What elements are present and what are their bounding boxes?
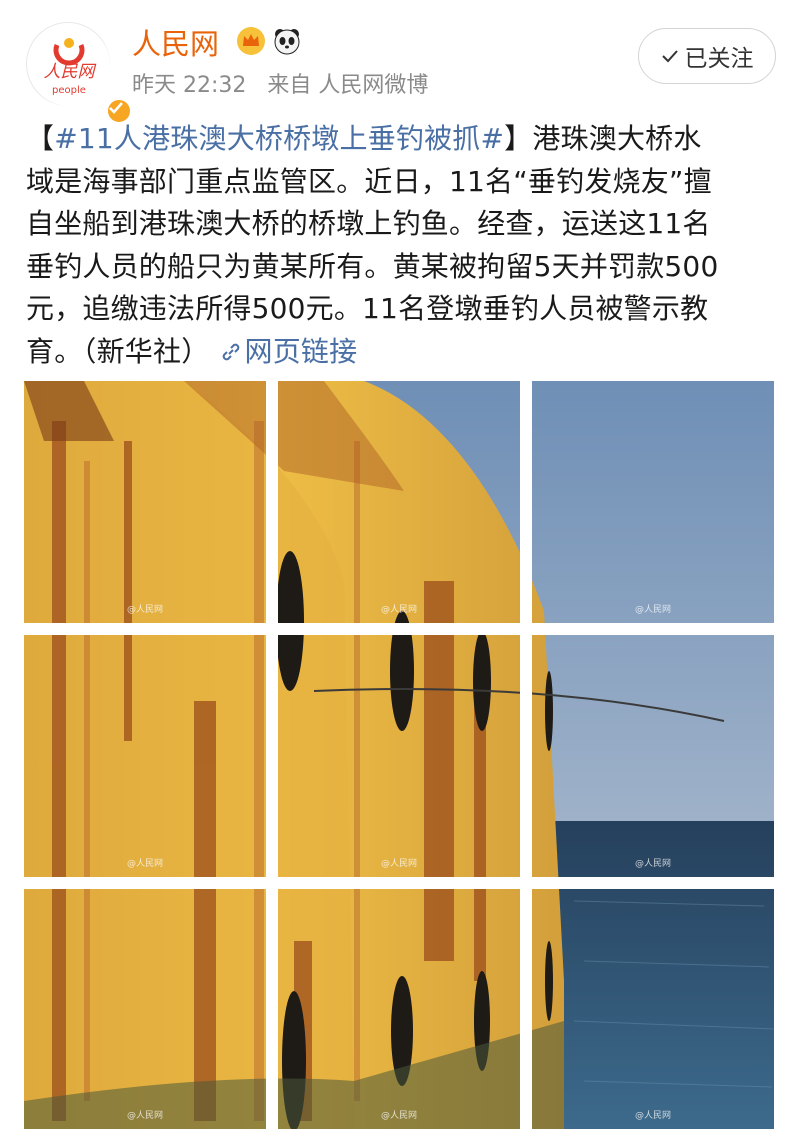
source-label[interactable]: 来自 人民网微博 bbox=[267, 73, 428, 98]
photo-watermark: @人民网 bbox=[126, 859, 164, 869]
photo-watermark: @人民网 bbox=[634, 1111, 672, 1121]
photo-watermark: @人民网 bbox=[380, 859, 418, 869]
follow-label: 已关注 bbox=[684, 46, 754, 72]
photo-tile-4[interactable]: @人民网 bbox=[24, 635, 266, 877]
post-line-1: 【#11人港珠澳大桥桥墩上垂钓被抓#】港珠澳大桥水 bbox=[26, 118, 778, 161]
post-line-1-rest: 】港珠澳大桥水 bbox=[504, 122, 702, 155]
follow-button[interactable]: 已关注 bbox=[638, 28, 776, 84]
panda-icon[interactable] bbox=[272, 26, 302, 56]
photo-tile-1[interactable]: @人民网 bbox=[24, 381, 266, 623]
photo-watermark: @人民网 bbox=[380, 605, 418, 615]
bracket-open: 【 bbox=[26, 122, 55, 155]
avatar-subtext: people bbox=[52, 85, 86, 96]
post-text: 【#11人港珠澳大桥桥墩上垂钓被抓#】港珠澳大桥水 域是海事部门重点监管区。近日… bbox=[26, 118, 778, 373]
crown-icon[interactable] bbox=[236, 26, 266, 56]
check-icon bbox=[661, 50, 678, 63]
post-line-6-text: 育。（新华社） bbox=[26, 334, 210, 368]
photo-tile-8[interactable]: @人民网 bbox=[278, 889, 520, 1129]
web-link[interactable]: 网页链接 bbox=[219, 335, 358, 368]
link-label: 网页链接 bbox=[244, 334, 358, 368]
photo-watermark: @人民网 bbox=[380, 1111, 418, 1121]
timestamp: 昨天 22:32 bbox=[132, 73, 247, 98]
people-daily-logo: 人民网 people bbox=[28, 24, 110, 106]
post-line-6: 育。（新华社） 网页链接 bbox=[26, 331, 778, 374]
user-name[interactable]: 人民网 bbox=[132, 26, 219, 62]
topic-hashtag[interactable]: #11人港珠澳大桥桥墩上垂钓被抓# bbox=[54, 122, 504, 155]
post-meta: 昨天 22:32 来自 人民网微博 bbox=[132, 72, 428, 100]
link-icon bbox=[222, 343, 239, 360]
post-line-4: 垂钓人员的船只为黄某所有。黄某被拘留5天并罚款500 bbox=[26, 249, 719, 283]
photo-grid: @人民网 @人民网 @人民网 @人民网 @人民网 @人民网 @人民网 @人民网 … bbox=[24, 381, 774, 1129]
avatar[interactable]: 人民网 people bbox=[26, 22, 133, 125]
post-line-2: 域是海事部门重点监管区。近日，11名“垂钓发烧友”擅 bbox=[26, 164, 712, 198]
photo-watermark: @人民网 bbox=[634, 859, 672, 869]
photo-watermark: @人民网 bbox=[634, 605, 672, 615]
photo-watermark: @人民网 bbox=[126, 605, 164, 615]
photo-tile-7[interactable]: @人民网 bbox=[24, 889, 266, 1129]
photo-tile-9[interactable]: @人民网 bbox=[532, 889, 774, 1129]
photo-tile-5[interactable]: @人民网 bbox=[278, 635, 520, 877]
avatar-text: 人民网 bbox=[44, 62, 97, 82]
photo-tile-3[interactable]: @人民网 bbox=[532, 381, 774, 623]
photo-tile-2[interactable]: @人民网 bbox=[278, 381, 520, 623]
badges bbox=[236, 26, 302, 56]
photo-tile-6[interactable]: @人民网 bbox=[532, 635, 774, 877]
post-line-5: 元，追缴违法所得500元。11名登墩垂钓人员被警示教 bbox=[26, 292, 709, 325]
post-line-3: 自坐船到港珠澳大桥的桥墩上钓鱼。经查，运送这11名 bbox=[26, 207, 711, 240]
photo-watermark: @人民网 bbox=[126, 1111, 164, 1121]
